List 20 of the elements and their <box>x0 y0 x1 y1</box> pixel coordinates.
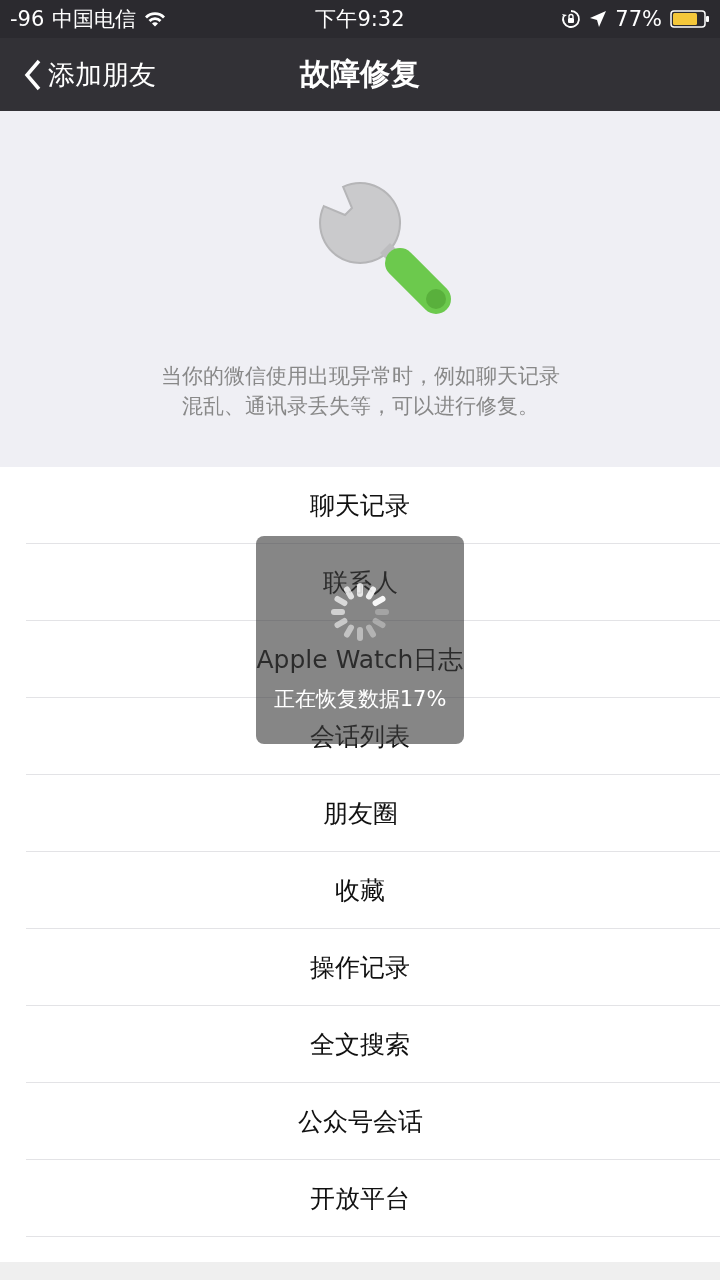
back-button[interactable]: 添加朋友 <box>0 56 156 93</box>
description-line: 当你的微信使用出现异常时，例如聊天记录 <box>160 363 560 390</box>
repair-option[interactable]: 公众号会话 <box>26 1083 720 1160</box>
signal-strength: -96 <box>10 7 45 31</box>
page-title: 故障修复 <box>300 55 420 93</box>
repair-option[interactable]: 操作记录 <box>26 929 720 1006</box>
battery-percent: 77% <box>615 7 662 31</box>
repair-option[interactable]: 全文搜索 <box>26 1006 720 1083</box>
repair-option[interactable]: 收藏 <box>26 852 720 929</box>
rotation-lock-icon <box>561 9 582 29</box>
location-icon <box>589 10 608 28</box>
description-line: 混乱、通讯录丢失等，可以进行修复。 <box>181 393 539 420</box>
status-time: 下午9:32 <box>315 6 405 33</box>
back-chevron-icon <box>24 58 42 91</box>
battery-icon <box>670 10 710 28</box>
repair-option[interactable]: 朋友圈 <box>26 775 720 852</box>
repair-option[interactable]: 开放平台 <box>26 1160 720 1237</box>
wifi-icon <box>144 11 167 27</box>
repair-option[interactable]: 聊天记录 <box>26 467 720 544</box>
carrier-name: 中国电信 <box>52 6 137 33</box>
